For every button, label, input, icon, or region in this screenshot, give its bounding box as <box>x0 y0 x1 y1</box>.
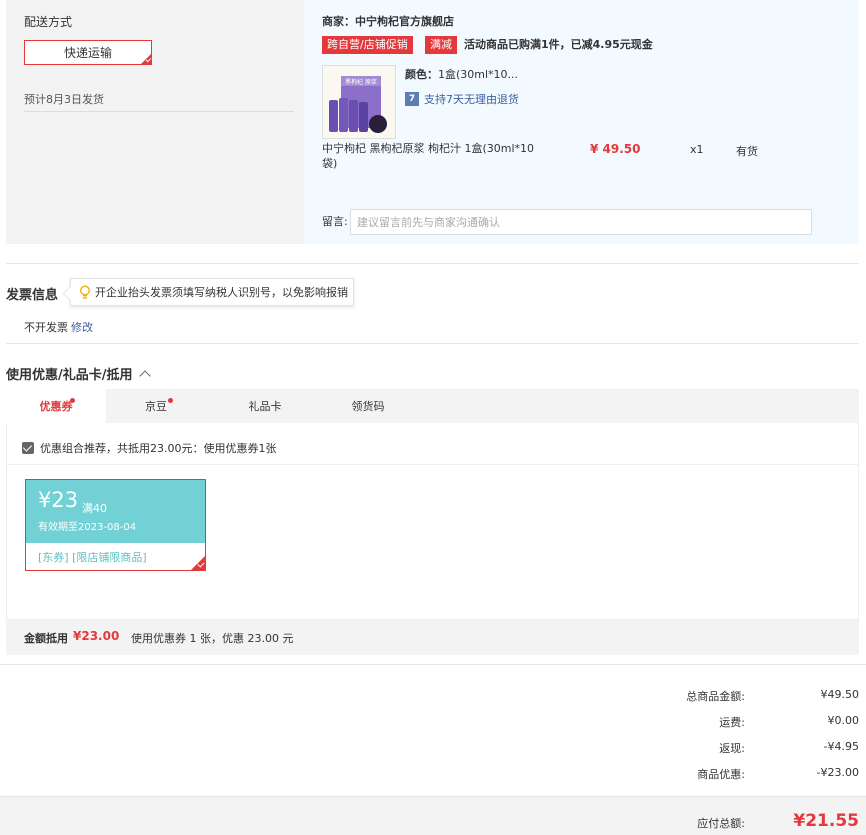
return-policy[interactable]: 7 支持7天无理由退货 <box>405 91 519 107</box>
section-divider <box>0 664 866 665</box>
recommend-text: 优惠组合推荐，共抵用23.00元：使用优惠券1张 <box>40 442 277 455</box>
total-goods-label: 总商品金额: <box>686 690 745 703</box>
coupon-scope: [东券] [限店铺限商品] <box>38 551 147 564</box>
coupon-expiry: 有效期至2023-08-04 <box>38 522 137 533</box>
product-image-text: 黑枸杞 原浆 <box>345 78 377 86</box>
shipping-column: 配送方式 快递运输 预计8月3日发货 <box>6 0 306 244</box>
coupon-amount: ¥23 <box>38 488 79 512</box>
coupon-tabbar: 优惠券 京豆 礼品卡 领货码 <box>6 389 859 423</box>
selected-check-icon <box>190 555 206 571</box>
express-shipping-button[interactable]: 快递运输 <box>24 40 152 65</box>
product-image-art: 黑枸杞 原浆 <box>323 66 395 138</box>
product-price: ¥ 49.50 <box>590 142 641 156</box>
product-image[interactable]: 黑枸杞 原浆 <box>322 65 396 139</box>
final-total-value: ¥21.55 <box>793 811 859 831</box>
discount-label: 商品优惠: <box>697 768 745 781</box>
discount-value: -¥23.00 <box>816 766 859 779</box>
shipping-fee-value: ¥0.00 <box>827 714 860 727</box>
section-divider <box>6 343 859 344</box>
shipping-title: 配送方式 <box>24 15 73 29</box>
shipping-fee-label: 运费: <box>719 716 745 729</box>
return-7day-icon: 7 <box>405 92 419 106</box>
cashback-value: -¥4.95 <box>823 740 859 753</box>
tab-redeem-code[interactable]: 领货码 <box>318 389 418 423</box>
tab-label: 领货码 <box>351 400 385 413</box>
product-quantity: x1 <box>690 143 704 156</box>
promo-tag-store: 跨自营/店铺促销 <box>322 36 413 54</box>
message-label: 留言: <box>322 215 348 228</box>
order-block: 配送方式 快递运输 预计8月3日发货 商家：中宁枸杞官方旗舰店 跨自营/店铺促销… <box>6 0 859 244</box>
coupon-summary-label: 金额抵用 <box>24 632 68 645</box>
coupon-section-title: 使用优惠/礼品卡/抵用 <box>6 368 133 383</box>
invoice-title: 发票信息 <box>6 288 59 303</box>
coupon-recommend-row[interactable]: 优惠组合推荐，共抵用23.00元：使用优惠券1张 <box>22 440 277 456</box>
message-input[interactable] <box>350 209 812 235</box>
total-goods-value: ¥49.50 <box>820 688 860 701</box>
tab-coupons[interactable]: 优惠券 <box>6 389 106 423</box>
promo-text: 活动商品已购满1件，已减4.95元现金 <box>464 38 653 51</box>
store-column: 商家：中宁枸杞官方旗舰店 跨自营/店铺促销 满减 活动商品已购满1件，已减4.9… <box>304 0 859 244</box>
invoice-tip-text: 开企业抬头发票须填写纳税人识别号，以免影响报销 <box>95 286 348 299</box>
section-divider <box>6 263 859 264</box>
coupon-summary-amount: ¥23.00 <box>73 629 120 643</box>
invoice-status-text: 不开发票 <box>24 321 68 334</box>
tab-label: 京豆 <box>145 400 167 413</box>
coupon-section-toggle[interactable]: 使用优惠/礼品卡/抵用 <box>6 364 151 383</box>
cashback-label: 返现: <box>719 742 745 755</box>
tab-label: 礼品卡 <box>248 400 282 413</box>
tab-gift-card[interactable]: 礼品卡 <box>215 389 315 423</box>
promo-tag-discount: 满减 <box>425 36 457 54</box>
invoice-status: 不开发票 修改 <box>24 319 93 335</box>
selected-check-icon <box>140 53 152 65</box>
shipping-divider <box>24 111 294 112</box>
product-color-label: 颜色： <box>405 68 438 81</box>
coupon-condition: 满40 <box>82 502 107 515</box>
shipping-estimate: 预计8月3日发货 <box>24 93 104 106</box>
express-shipping-label: 快递运输 <box>63 46 112 60</box>
chevron-up-icon <box>138 369 151 382</box>
product-name[interactable]: 中宁枸杞 黑枸杞原浆 枸杞汁 1盒(30ml*10袋) <box>322 141 542 171</box>
new-dot-icon <box>168 398 173 403</box>
recommend-checkbox[interactable] <box>22 442 34 454</box>
invoice-edit-link[interactable]: 修改 <box>71 321 93 334</box>
tab-jingdou[interactable]: 京豆 <box>106 389 206 423</box>
tab-label: 优惠券 <box>39 400 73 413</box>
coupon-card[interactable]: ¥23 满40 有效期至2023-08-04 [东券] [限店铺限商品] <box>25 479 206 571</box>
return-policy-text: 支持7天无理由退货 <box>424 93 519 106</box>
product-stock: 有货 <box>736 145 758 158</box>
coupon-summary-desc: 使用优惠券 1 张，优惠 23.00 元 <box>131 632 294 645</box>
product-color-value: 1盒(30ml*10... <box>438 68 519 81</box>
new-dot-icon <box>70 398 75 403</box>
coupon-panel-divider <box>6 464 859 465</box>
final-total-label: 应付总额: <box>697 817 745 830</box>
invoice-tip: 开企业抬头发票须填写纳税人识别号，以免影响报销 <box>70 278 354 306</box>
product-color: 颜色：1盒(30ml*10... <box>405 66 518 82</box>
lightbulb-icon <box>79 284 91 299</box>
seller-name: 商家：中宁枸杞官方旗舰店 <box>322 15 454 28</box>
